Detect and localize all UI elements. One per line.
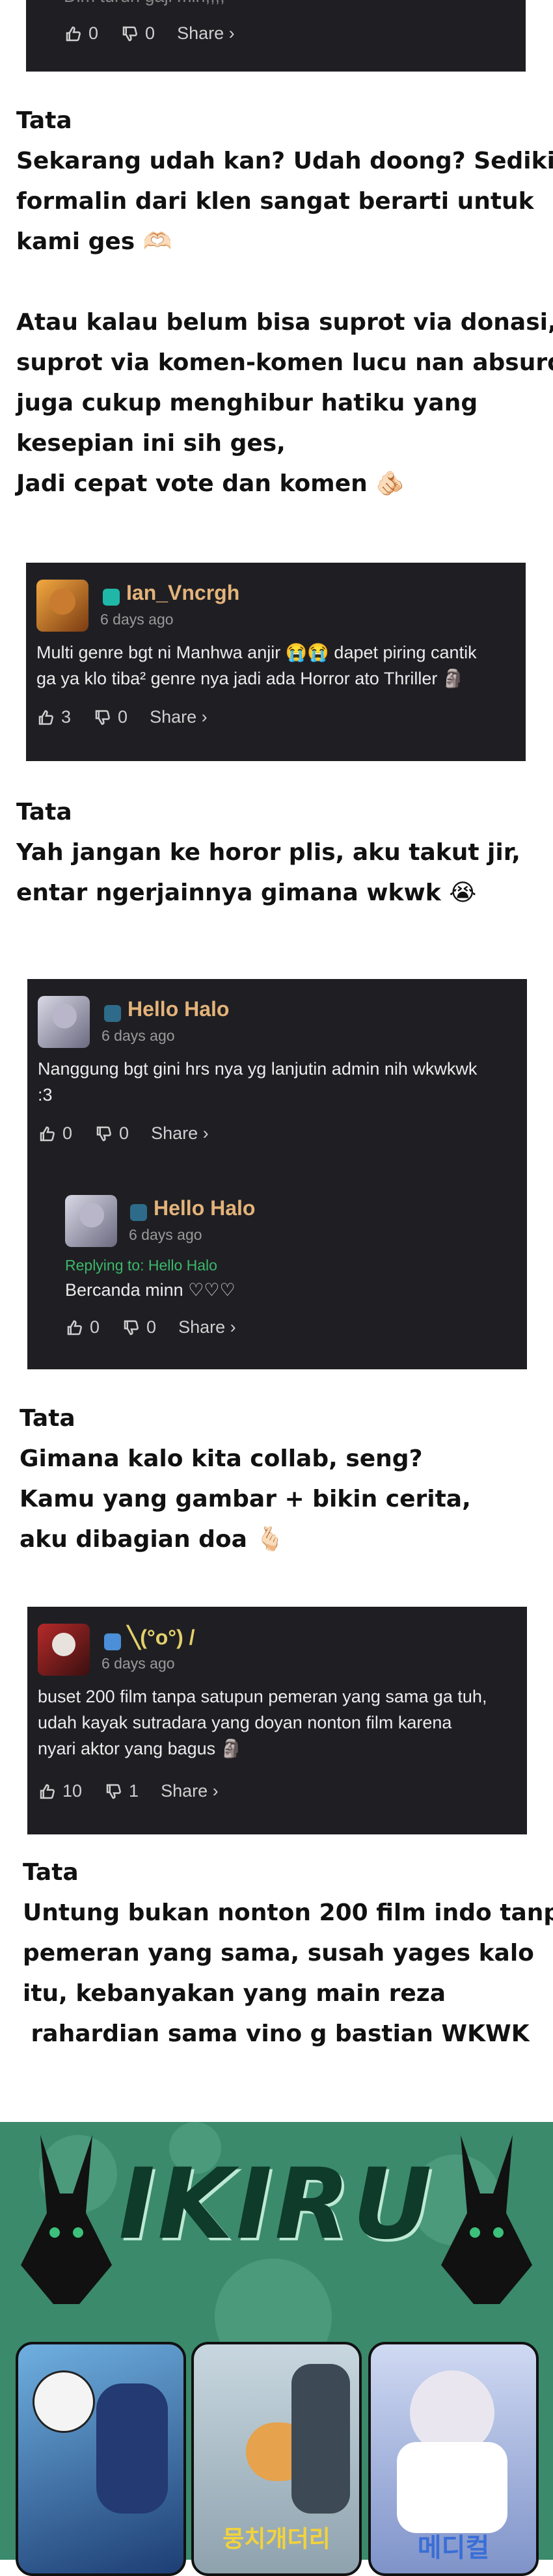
like-button[interactable]: 3 xyxy=(36,707,71,727)
replying-to-label[interactable]: Replying to: Hello Halo xyxy=(65,1257,217,1274)
level-badge-icon xyxy=(130,1203,147,1221)
like-count: 0 xyxy=(88,23,99,43)
like-count: 3 xyxy=(61,707,72,727)
like-button[interactable]: 0 xyxy=(65,1317,100,1337)
dislike-button[interactable]: 0 xyxy=(93,707,128,727)
thumbnail-title: 뭉치개더리 xyxy=(223,2526,330,2553)
dislike-button[interactable]: 0 xyxy=(120,23,155,44)
comment-actions: 0 0 Share › xyxy=(64,23,235,44)
avatar[interactable] xyxy=(38,1624,90,1676)
thumbs-down-icon xyxy=(122,26,137,41)
comment-text: Dim turun gaji min;;;; xyxy=(64,0,225,9)
avatar[interactable] xyxy=(65,1195,117,1247)
author-note-title: Tata xyxy=(16,799,72,825)
reply-block: Hello Halo 6 days ago Replying to: Hello… xyxy=(65,1187,514,1356)
like-count: 0 xyxy=(62,1123,73,1143)
author-note-text: Gimana kalo kita collab, seng? Kamu yang… xyxy=(20,1445,471,1553)
author-note-title: Tata xyxy=(16,107,72,134)
comment-actions: 0 0 Share › xyxy=(65,1317,236,1337)
level-badge-icon xyxy=(104,1004,121,1022)
comment-text: buset 200 film tanpa satupun pemeran yan… xyxy=(38,1687,487,1758)
author-note-text: Sekarang udah kan? Udah doong? Sedikit f… xyxy=(16,148,553,497)
author-note-title: Tata xyxy=(20,1405,75,1432)
comment-text: Nanggung bgt gini hrs nya yg lanjutin ad… xyxy=(38,1059,478,1105)
thumbs-up-icon xyxy=(40,1784,55,1799)
username[interactable]: ╲(°o°) / xyxy=(128,1626,195,1649)
series-thumbnail[interactable] xyxy=(16,2342,186,2576)
author-note-text: Untung bukan nonton 200 film indo tanpa … xyxy=(23,1899,553,2047)
share-button[interactable]: Share › xyxy=(177,23,235,44)
comment-time: 6 days ago xyxy=(101,1655,175,1672)
comment-card: Hello Halo 6 days ago Nanggung bgt gini … xyxy=(27,979,527,1369)
like-count: 10 xyxy=(62,1781,83,1801)
thumbs-up-icon xyxy=(66,26,81,41)
comment-actions: 10 1 Share › xyxy=(38,1781,219,1801)
comment-time: 6 days ago xyxy=(101,1027,175,1044)
author-note-title: Tata xyxy=(23,1859,79,1886)
share-button[interactable]: Share › xyxy=(150,707,208,727)
thumbs-down-icon xyxy=(96,1126,111,1141)
thumbs-down-icon xyxy=(124,1320,139,1335)
comment-time: 6 days ago xyxy=(100,611,174,628)
dislike-count: 1 xyxy=(129,1781,139,1801)
like-button[interactable]: 0 xyxy=(38,1123,72,1144)
dislike-button[interactable]: 0 xyxy=(122,1317,156,1337)
thumbs-down-icon xyxy=(106,1784,121,1799)
share-button[interactable]: Share › xyxy=(178,1317,236,1337)
comment-card-top: Dim turun gaji min;;;; 0 0 Share › xyxy=(26,0,526,72)
banner-title: IKIRU xyxy=(118,2148,435,2261)
thumbs-up-icon xyxy=(40,1126,55,1141)
comment-actions: 3 0 Share › xyxy=(36,707,208,727)
level-badge-icon xyxy=(103,588,120,606)
level-badge-icon xyxy=(104,1633,121,1650)
like-button[interactable]: 10 xyxy=(38,1781,82,1801)
comment-card: Ian_Vncrgh 6 days ago Multi genre bgt ni… xyxy=(26,563,526,761)
thumbnail-title: 메디컬 xyxy=(417,2533,490,2563)
comment-actions: 0 0 Share › xyxy=(38,1123,209,1144)
series-thumbnail[interactable]: 뭉치개더리 xyxy=(191,2342,362,2576)
dislike-button[interactable]: 1 xyxy=(104,1781,139,1801)
dislike-button[interactable]: 0 xyxy=(94,1123,129,1144)
author-note-text: Yah jangan ke horor plis, aku takut jir,… xyxy=(16,839,520,906)
dislike-count: 0 xyxy=(119,1123,129,1143)
comment-card: ╲(°o°) / 6 days ago buset 200 film tanpa… xyxy=(27,1607,527,1834)
avatar[interactable] xyxy=(38,996,90,1048)
username[interactable]: Hello Halo xyxy=(128,997,229,1021)
thumbs-up-icon xyxy=(67,1320,82,1335)
share-button[interactable]: Share › xyxy=(151,1123,209,1144)
share-button[interactable]: Share › xyxy=(161,1781,219,1801)
comment-text: Bercanda minn ♡♡♡ xyxy=(65,1280,236,1300)
soccer-ball-icon xyxy=(33,2370,95,2433)
username[interactable]: Ian_Vncrgh xyxy=(126,581,239,604)
like-button[interactable]: 0 xyxy=(64,23,98,44)
comment-text: Multi genre bgt ni Manhwa anjir 😭😭 dapet… xyxy=(36,643,477,688)
thumbs-down-icon xyxy=(95,710,110,725)
avatar[interactable] xyxy=(36,580,88,632)
dislike-count: 0 xyxy=(146,1317,157,1337)
thumbs-up-icon xyxy=(38,710,53,725)
comment-time: 6 days ago xyxy=(129,1226,202,1243)
like-count: 0 xyxy=(90,1317,100,1337)
dislike-count: 0 xyxy=(118,707,128,727)
dislike-count: 0 xyxy=(145,23,155,43)
series-thumbnail[interactable]: 메디컬 xyxy=(368,2342,539,2576)
username[interactable]: Hello Halo xyxy=(154,1196,255,1220)
